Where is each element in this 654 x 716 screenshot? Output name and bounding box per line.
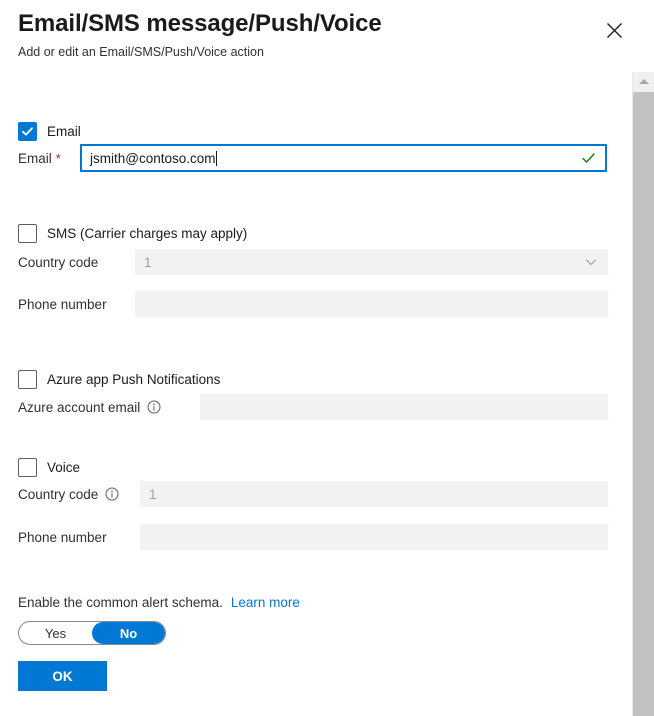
common-alert-schema-text: Enable the common alert schema. Learn mor… — [18, 595, 300, 610]
voice-country-code-label-text: Country code — [18, 487, 98, 502]
push-account-email-row: Azure account email — [18, 394, 608, 420]
action-form: Email Email * jsmith@contoso.com SMS (Ca… — [0, 72, 620, 716]
toggle-option-no[interactable]: No — [92, 622, 165, 644]
common-alert-schema-toggle[interactable]: Yes No — [18, 621, 166, 645]
ok-button[interactable]: OK — [18, 661, 107, 691]
vertical-scrollbar[interactable] — [632, 72, 654, 716]
email-checkbox-label: Email — [47, 124, 81, 139]
chevron-up-icon — [639, 79, 649, 84]
learn-more-link[interactable]: Learn more — [231, 595, 300, 610]
push-checkbox[interactable] — [18, 370, 37, 389]
common-alert-schema-label: Enable the common alert schema. — [18, 595, 223, 610]
toggle-option-yes[interactable]: Yes — [19, 622, 92, 644]
voice-checkbox[interactable] — [18, 458, 37, 477]
push-account-email-label-text: Azure account email — [18, 400, 140, 415]
chevron-down-icon — [584, 255, 598, 269]
voice-phone-label: Phone number — [18, 530, 140, 545]
voice-checkbox-label: Voice — [47, 460, 80, 475]
voice-country-code-input[interactable]: 1 — [140, 481, 608, 507]
close-button[interactable] — [598, 14, 630, 46]
sms-phone-row: Phone number — [18, 291, 608, 317]
dialog-header: Email/SMS message/Push/Voice Add or edit… — [0, 0, 654, 70]
required-marker: * — [56, 151, 61, 166]
email-field-row: Email * jsmith@contoso.com — [18, 145, 608, 171]
info-icon[interactable] — [147, 400, 161, 414]
voice-phone-row: Phone number — [18, 524, 608, 550]
sms-country-code-row: Country code 1 — [18, 249, 608, 275]
push-account-email-label: Azure account email — [18, 400, 200, 415]
sms-phone-input[interactable] — [135, 291, 608, 317]
check-icon — [581, 151, 596, 166]
email-checkbox[interactable] — [18, 122, 37, 141]
email-checkbox-row[interactable]: Email — [18, 122, 81, 141]
sms-checkbox[interactable] — [18, 224, 37, 243]
voice-country-code-row: Country code 1 — [18, 481, 608, 507]
sms-checkbox-row[interactable]: SMS (Carrier charges may apply) — [18, 224, 247, 243]
sms-checkbox-label: SMS (Carrier charges may apply) — [47, 226, 247, 241]
push-checkbox-row[interactable]: Azure app Push Notifications — [18, 370, 220, 389]
voice-phone-input[interactable] — [140, 524, 608, 550]
info-icon[interactable] — [105, 487, 119, 501]
voice-checkbox-row[interactable]: Voice — [18, 458, 80, 477]
voice-country-code-label: Country code — [18, 487, 140, 502]
email-label-text: Email — [18, 151, 52, 166]
push-account-email-input[interactable] — [200, 394, 608, 420]
voice-country-code-value: 1 — [149, 487, 157, 502]
email-field-label: Email * — [18, 151, 80, 166]
email-input[interactable]: jsmith@contoso.com — [80, 144, 607, 172]
sms-country-code-value: 1 — [144, 255, 152, 270]
close-icon — [606, 22, 623, 39]
scrollbar-thumb[interactable] — [633, 92, 654, 716]
email-input-value: jsmith@contoso.com — [90, 151, 216, 166]
page-subtitle: Add or edit an Email/SMS/Push/Voice acti… — [18, 44, 264, 60]
page-title: Email/SMS message/Push/Voice — [18, 9, 382, 39]
scrollbar-up-button[interactable] — [633, 72, 654, 91]
sms-phone-label: Phone number — [18, 297, 135, 312]
sms-country-code-select[interactable]: 1 — [135, 249, 608, 275]
sms-country-code-label: Country code — [18, 255, 135, 270]
text-caret — [216, 151, 217, 166]
push-checkbox-label: Azure app Push Notifications — [47, 372, 220, 387]
